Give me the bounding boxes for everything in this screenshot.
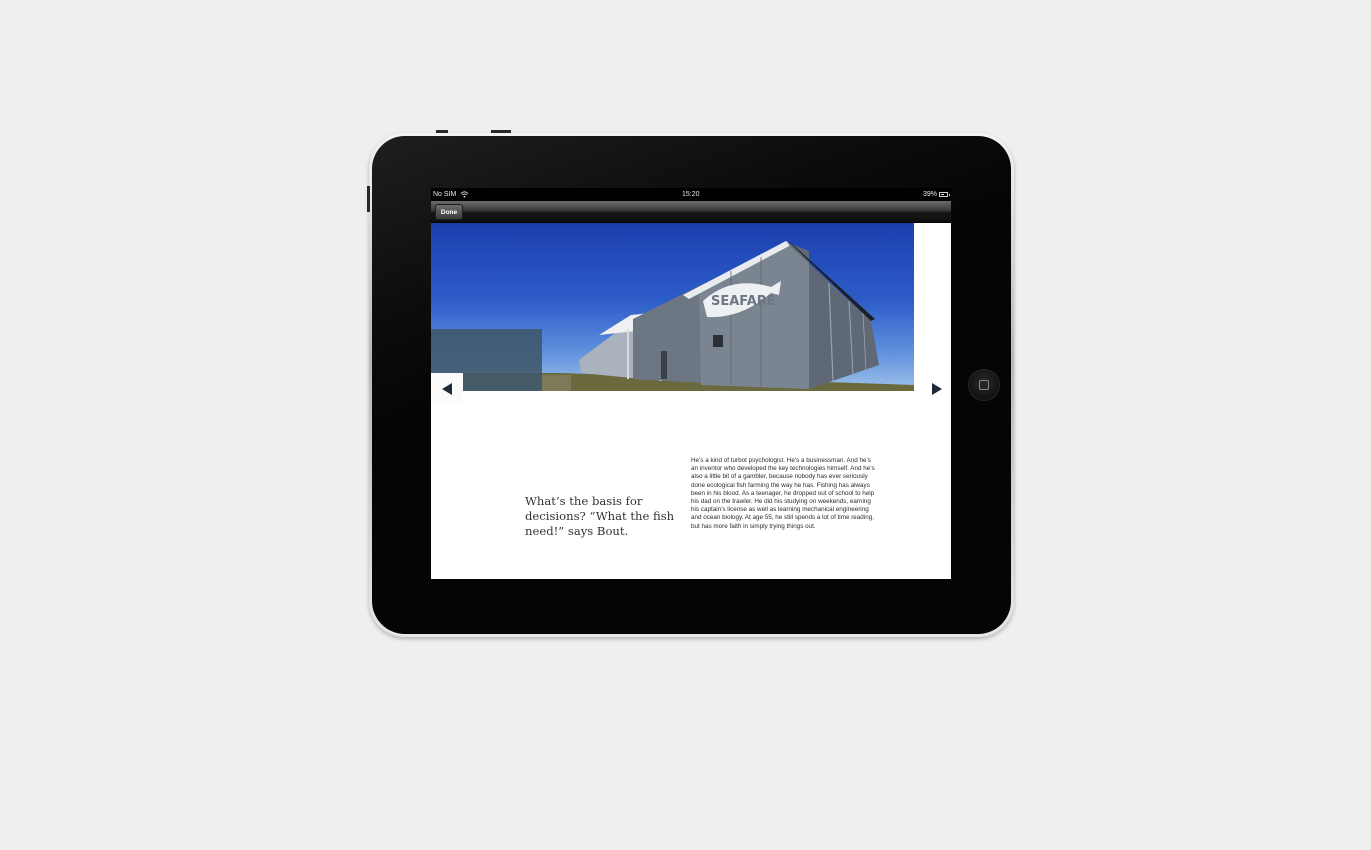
clock-label: 15:20 — [682, 191, 700, 198]
navigation-bar: Done — [431, 201, 951, 223]
hero-image: SEAFARE — [431, 223, 914, 391]
triangle-right-icon — [932, 382, 942, 395]
pull-quote: What’s the basis for decisions? “What th… — [525, 494, 675, 538]
home-square-icon — [979, 380, 989, 390]
mute-switch — [367, 186, 370, 212]
screen: No SIM 15:20 39% Done SEAFARE What’s the… — [431, 188, 951, 579]
volume-button — [436, 130, 448, 133]
previous-page-button[interactable] — [431, 373, 463, 404]
power-button — [491, 130, 511, 133]
battery-percent: 39% — [923, 191, 938, 198]
sign-text: SEAFARE — [711, 294, 776, 309]
next-page-button[interactable] — [923, 373, 951, 404]
carrier-label: No SIM — [433, 191, 457, 198]
wifi-icon — [460, 191, 469, 198]
done-button[interactable]: Done — [435, 204, 463, 220]
battery-icon — [939, 192, 950, 197]
status-bar: No SIM 15:20 39% — [431, 188, 951, 201]
home-button[interactable] — [968, 369, 1000, 401]
article-body-text: He’s a kind of turbot psychologist. He’s… — [691, 457, 875, 530]
article-page[interactable]: SEAFARE What’s the basis for decisions? … — [431, 223, 951, 579]
triangle-left-icon — [442, 382, 452, 395]
